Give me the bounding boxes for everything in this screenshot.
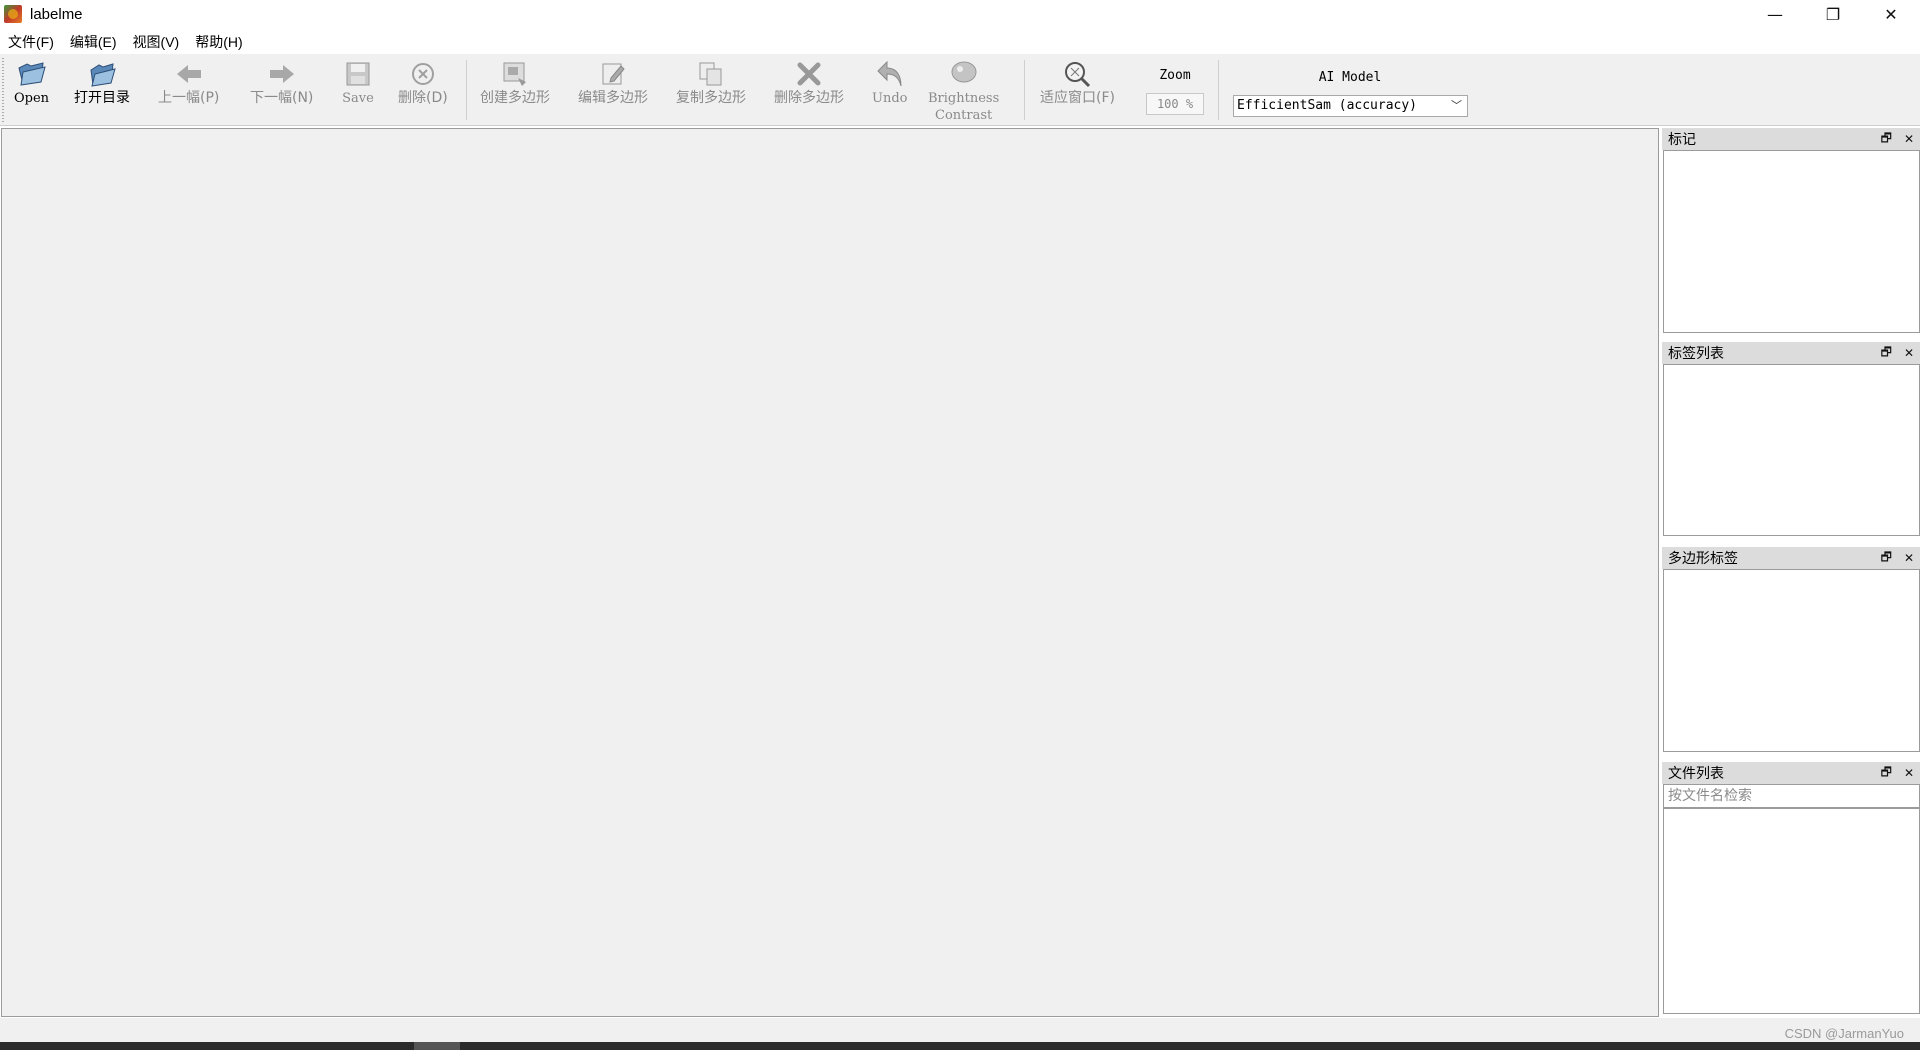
toolbar-separator <box>1218 60 1219 120</box>
file-search-input[interactable]: 按文件名检索 <box>1663 784 1920 808</box>
delete-file-button[interactable]: 删除(D) <box>398 58 448 107</box>
app-logo-icon <box>4 5 22 23</box>
float-icon[interactable]: 🗗 <box>1881 343 1892 364</box>
window-controls: — ❐ ✕ <box>1746 0 1920 28</box>
status-bar <box>0 1018 1920 1042</box>
next-image-button[interactable]: 下一幅(N) <box>250 58 313 107</box>
float-icon[interactable]: 🗗 <box>1881 129 1892 150</box>
open-dir-button[interactable]: 打开目录 <box>74 58 130 107</box>
arrow-right-icon <box>266 58 298 90</box>
close-button[interactable]: ✕ <box>1862 0 1920 28</box>
image-canvas[interactable] <box>1 128 1659 1017</box>
zoom-input[interactable]: 100 % <box>1146 93 1204 115</box>
brightness-contrast-icon <box>948 58 980 90</box>
dock-header: 标记 🗗 ✕ <box>1662 128 1920 150</box>
window-title: labelme <box>30 5 83 23</box>
open-button[interactable]: Open <box>14 58 49 107</box>
delete-polygon-button[interactable]: 删除多边形 <box>774 58 844 107</box>
label-list-dock: 标签列表 🗗 ✕ <box>1662 342 1920 536</box>
menu-help[interactable]: 帮助(H) <box>187 30 250 54</box>
chevron-down-icon: ﹀ <box>1451 99 1462 112</box>
dock-header: 文件列表 🗗 ✕ <box>1662 762 1920 784</box>
ai-model-select[interactable]: EfficientSam (accuracy) ﹀ <box>1233 95 1468 117</box>
menu-file[interactable]: 文件(F) <box>0 30 62 54</box>
file-list-dock: 文件列表 🗗 ✕ 按文件名检索 <box>1662 762 1920 1014</box>
zoom-fit-icon <box>1061 58 1093 90</box>
create-polygon-icon <box>499 58 531 90</box>
copy-polygon-button[interactable]: 复制多边形 <box>676 58 746 107</box>
folder-open-icon <box>16 58 48 90</box>
menu-edit[interactable]: 编辑(E) <box>62 30 125 54</box>
close-icon[interactable]: ✕ <box>1904 551 1914 565</box>
watermark: CSDN @JarmanYuo <box>1784 1026 1904 1041</box>
undo-icon <box>874 58 906 90</box>
polygon-list[interactable] <box>1663 569 1920 752</box>
ai-model-label: AI Model <box>1318 70 1382 85</box>
taskbar <box>0 1042 1920 1050</box>
label-list[interactable] <box>1663 364 1920 536</box>
zoom-label: Zoom <box>1159 68 1191 83</box>
close-icon[interactable]: ✕ <box>1904 346 1914 360</box>
edit-icon <box>597 58 629 90</box>
delete-x-icon <box>793 58 825 90</box>
fit-window-button[interactable]: 适应窗口(F) <box>1040 58 1115 107</box>
toolbar: Open 打开目录 上一幅(P) 下一幅(N) Save 删除(D) 创建多边形… <box>0 54 1920 126</box>
polygon-labels-dock: 多边形标签 🗗 ✕ <box>1662 547 1920 752</box>
restore-button[interactable]: ❐ <box>1804 0 1862 28</box>
prev-image-button[interactable]: 上一幅(P) <box>158 58 219 107</box>
close-icon[interactable]: ✕ <box>1904 132 1914 146</box>
copy-icon <box>695 58 727 90</box>
toolbar-separator <box>466 60 467 120</box>
menu-view[interactable]: 视图(V) <box>125 30 188 54</box>
dock-header: 多边形标签 🗗 ✕ <box>1662 547 1920 569</box>
close-icon[interactable]: ✕ <box>1904 766 1914 780</box>
folder-icon <box>86 58 118 90</box>
toolbar-grip[interactable] <box>2 58 4 122</box>
edit-polygon-button[interactable]: 编辑多边形 <box>578 58 648 107</box>
close-circle-icon <box>407 58 439 90</box>
arrow-left-icon <box>173 58 205 90</box>
title-bar: labelme — ❐ ✕ <box>0 0 1920 28</box>
menu-bar: 文件(F) 编辑(E) 视图(V) 帮助(H) <box>0 30 1920 54</box>
create-polygon-button[interactable]: 创建多边形 <box>480 58 550 107</box>
file-list[interactable] <box>1663 808 1920 1014</box>
brightness-contrast-button[interactable]: Brightness Contrast <box>928 58 999 124</box>
flags-dock: 标记 🗗 ✕ <box>1662 128 1920 333</box>
undo-button[interactable]: Undo <box>872 58 907 107</box>
float-icon[interactable]: 🗗 <box>1881 548 1892 569</box>
dock-header: 标签列表 🗗 ✕ <box>1662 342 1920 364</box>
float-icon[interactable]: 🗗 <box>1881 763 1892 784</box>
minimize-button[interactable]: — <box>1746 0 1804 28</box>
save-icon <box>342 58 374 90</box>
toolbar-separator <box>1024 60 1025 120</box>
save-button[interactable]: Save <box>342 58 374 107</box>
flags-list[interactable] <box>1663 150 1920 333</box>
scroll-thumb[interactable] <box>414 1042 460 1050</box>
